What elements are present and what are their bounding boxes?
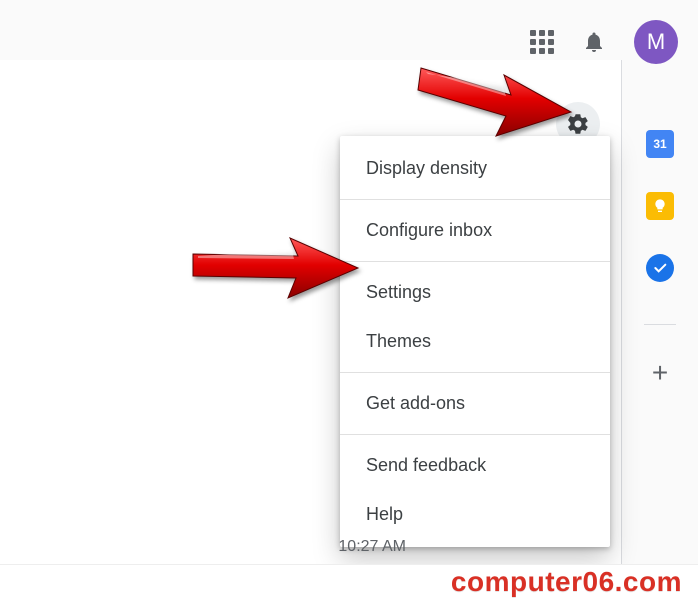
avatar-initial: M bbox=[647, 29, 665, 55]
notifications-icon[interactable] bbox=[580, 28, 608, 56]
header-bar: M bbox=[0, 0, 698, 60]
menu-item-settings[interactable]: Settings bbox=[340, 268, 610, 317]
menu-item-help[interactable]: Help bbox=[340, 490, 610, 539]
calendar-icon[interactable]: 31 bbox=[646, 130, 674, 158]
app-canvas: M 31 + bbox=[0, 0, 698, 598]
calendar-badge: 31 bbox=[653, 137, 666, 151]
tasks-icon[interactable] bbox=[646, 254, 674, 282]
gear-icon bbox=[566, 112, 590, 136]
settings-dropdown-menu: Display density Configure inbox Settings… bbox=[340, 136, 610, 547]
menu-item-configure-inbox[interactable]: Configure inbox bbox=[340, 206, 610, 255]
input-tools-icon[interactable] bbox=[510, 111, 532, 138]
account-avatar[interactable]: M bbox=[634, 20, 678, 64]
keep-icon[interactable] bbox=[646, 192, 674, 220]
menu-divider bbox=[340, 434, 610, 435]
add-addon-icon[interactable]: + bbox=[646, 359, 674, 387]
menu-item-get-addons[interactable]: Get add-ons bbox=[340, 379, 610, 428]
menu-item-display-density[interactable]: Display density bbox=[340, 144, 610, 193]
side-panel: 31 + bbox=[622, 60, 698, 564]
apps-grid-icon[interactable] bbox=[530, 30, 554, 54]
side-panel-divider bbox=[644, 324, 676, 325]
watermark-bar: computer06.com bbox=[0, 564, 698, 598]
menu-divider bbox=[340, 261, 610, 262]
menu-item-send-feedback[interactable]: Send feedback bbox=[340, 441, 610, 490]
menu-item-themes[interactable]: Themes bbox=[340, 317, 610, 366]
timestamp-label: 10:27 AM bbox=[338, 538, 406, 556]
menu-divider bbox=[340, 372, 610, 373]
watermark-text: computer06.com bbox=[451, 566, 682, 598]
menu-divider bbox=[340, 199, 610, 200]
